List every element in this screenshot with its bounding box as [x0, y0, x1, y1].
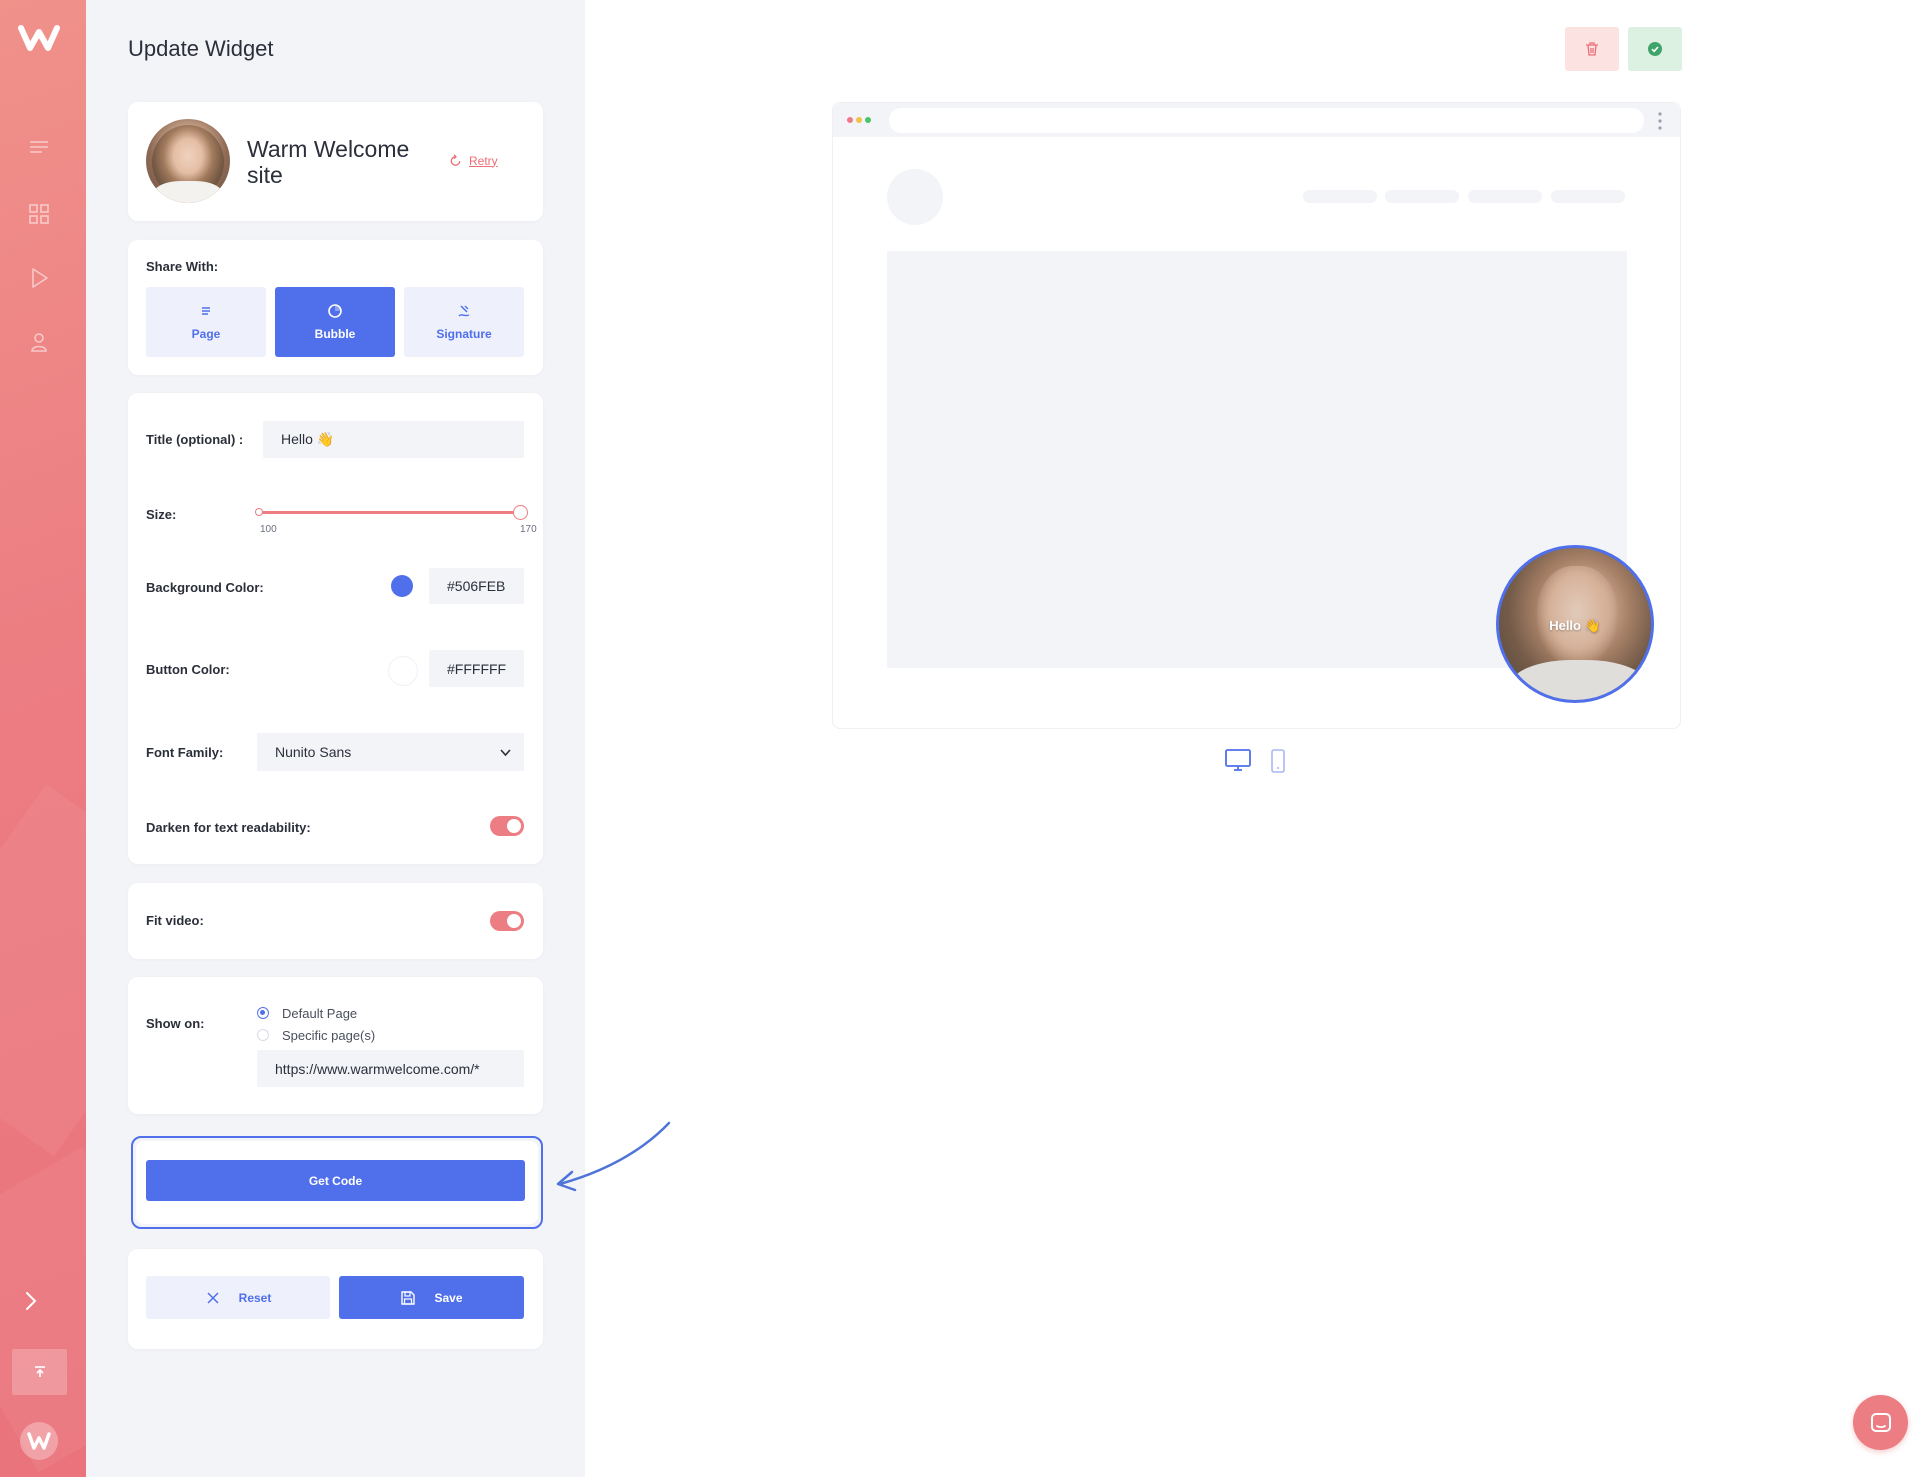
button-color-swatch[interactable]	[388, 656, 418, 686]
fit-video-card: Fit video:	[128, 883, 543, 959]
check-circle-icon	[1648, 42, 1662, 56]
sidebar-decor	[0, 784, 86, 1156]
video-name: Warm Welcome site	[247, 136, 410, 188]
browser-toolbar	[833, 103, 1680, 137]
logo-icon[interactable]	[18, 22, 60, 54]
upload-icon	[34, 1366, 45, 1377]
bg-color-input[interactable]: #506FEB	[429, 568, 524, 604]
save-label: Save	[434, 1290, 463, 1305]
save-button[interactable]: Save	[339, 1276, 524, 1319]
confirm-button[interactable]	[1628, 27, 1682, 71]
share-bubble-label: Bubble	[314, 327, 356, 341]
retry-label: Retry	[469, 153, 498, 168]
avatar[interactable]	[20, 1422, 58, 1460]
fit-video-toggle[interactable]	[490, 911, 524, 931]
video-thumbnail[interactable]	[146, 119, 230, 203]
more-vertical-icon	[1658, 112, 1662, 130]
page-lines-icon	[202, 307, 210, 315]
radio-specific-pages-label: Specific page(s)	[282, 1028, 376, 1043]
size-slider-start	[255, 508, 263, 516]
refresh-icon	[450, 154, 461, 166]
share-label: Share With:	[146, 259, 219, 274]
title-label: Title (optional) :	[146, 432, 244, 447]
upload-button[interactable]	[12, 1349, 67, 1395]
delete-button[interactable]	[1565, 27, 1619, 71]
chevron-right-icon[interactable]	[22, 1290, 40, 1312]
font-family-select[interactable]: Nunito Sans	[257, 733, 524, 771]
annotation-arrow-icon	[556, 1121, 671, 1192]
button-color-label: Button Color:	[146, 662, 230, 677]
size-slider-handle[interactable]	[513, 505, 528, 520]
bubble-circle-icon	[328, 304, 342, 318]
placeholder-nav-item	[1468, 190, 1542, 203]
desktop-icon[interactable]	[1224, 748, 1252, 774]
radio-default-page-label: Default Page	[282, 1006, 358, 1021]
show-on-card: Show on: Default Page Specific page(s) h…	[128, 977, 543, 1114]
show-on-label: Show on:	[146, 1016, 205, 1031]
share-card: Share With: Page Bubble Signature	[128, 240, 543, 375]
chat-icon	[1870, 1412, 1891, 1432]
darken-toggle[interactable]	[490, 816, 524, 836]
bg-color-label: Background Color:	[146, 580, 264, 595]
size-label: Size:	[146, 507, 177, 522]
url-input[interactable]: https://www.warmwelcome.com/*	[257, 1050, 524, 1087]
share-page-button[interactable]: Page	[146, 287, 266, 357]
preview-bubble[interactable]: Hello 👋	[1496, 545, 1654, 703]
font-family-value: Nunito Sans	[275, 744, 352, 760]
retry-link[interactable]: Retry	[448, 153, 498, 168]
darken-label: Darken for text readability:	[146, 820, 311, 835]
size-min-label: 100	[260, 524, 277, 535]
avatar-logo-icon	[27, 1432, 51, 1450]
share-page-label: Page	[191, 327, 221, 341]
mobile-icon[interactable]	[1270, 748, 1286, 774]
sidebar	[0, 0, 86, 1477]
share-signature-button[interactable]: Signature	[404, 287, 524, 357]
share-bubble-button[interactable]: Bubble	[275, 287, 395, 357]
video-card: Warm Welcome site Retry	[128, 102, 543, 221]
reset-label: Reset	[238, 1290, 272, 1305]
get-code-button[interactable]: Get Code	[146, 1160, 525, 1201]
button-color-input[interactable]: #FFFFFF	[429, 650, 524, 687]
placeholder-nav-item	[1385, 190, 1459, 203]
radio-specific-pages[interactable]	[257, 1029, 269, 1041]
chat-button[interactable]	[1853, 1395, 1908, 1450]
radio-default-page[interactable]	[257, 1007, 269, 1019]
placeholder-nav-item	[1303, 190, 1377, 203]
title-input[interactable]: Hello 👋	[263, 421, 524, 458]
save-disk-icon	[401, 1290, 416, 1305]
grid-icon[interactable]	[27, 202, 51, 226]
font-family-label: Font Family:	[146, 745, 224, 760]
reset-button[interactable]: Reset	[146, 1276, 330, 1319]
browser-url-bar	[889, 108, 1644, 133]
close-icon	[207, 1291, 219, 1304]
placeholder-nav-item	[1551, 190, 1625, 203]
bubble-title: Hello 👋	[1549, 618, 1601, 633]
chevron-down-icon	[500, 749, 511, 757]
signature-pen-icon	[458, 305, 470, 317]
bg-color-swatch[interactable]	[391, 575, 413, 597]
share-signature-label: Signature	[436, 327, 492, 341]
widget-settings-card: Title (optional) : Hello 👋 Size: 100 170…	[128, 393, 543, 864]
placeholder-avatar	[887, 169, 943, 225]
play-icon[interactable]	[27, 266, 51, 290]
actions-card: Reset Save	[128, 1249, 543, 1349]
size-max-label: 170	[520, 524, 537, 535]
user-icon[interactable]	[27, 330, 51, 354]
trash-icon	[1586, 42, 1598, 56]
size-slider-track[interactable]	[258, 511, 521, 514]
menu-lines-icon[interactable]	[27, 136, 51, 160]
fit-video-label: Fit video:	[146, 913, 204, 928]
page-title: Update Widget	[128, 36, 274, 61]
